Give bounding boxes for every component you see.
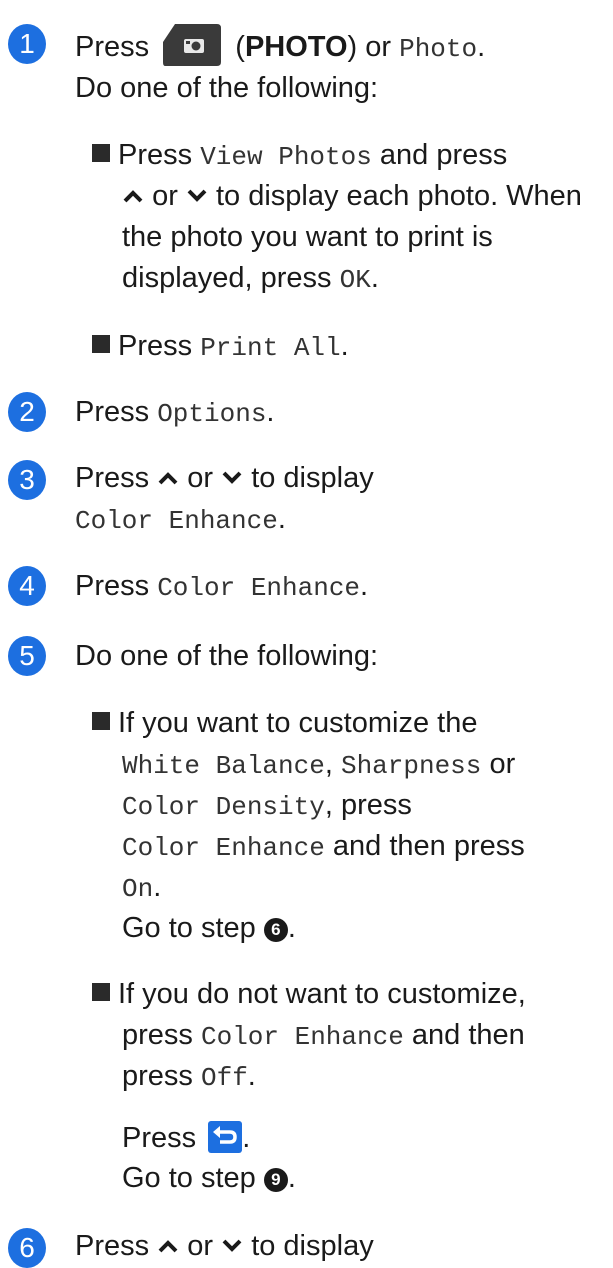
text: Press	[75, 31, 150, 63]
text: .	[370, 262, 379, 294]
text: or	[489, 748, 516, 780]
text: .	[153, 871, 162, 903]
photo-option-text: Photo	[399, 34, 478, 64]
step-number-badge: 1	[8, 24, 46, 64]
text: If you do not want to customize,	[118, 978, 526, 1010]
chevron-down-icon	[222, 471, 242, 484]
step-intro: Do one of the following:	[75, 640, 379, 672]
color-enhance-option: Color Enhance	[157, 573, 361, 603]
text: .	[247, 1060, 256, 1092]
options-option: Options	[157, 399, 267, 429]
chevron-down-icon	[187, 189, 207, 202]
step-reference: 9	[263, 1168, 288, 1192]
on-option: On	[122, 874, 154, 904]
text: If you want to customize the	[118, 707, 478, 739]
text: and press	[379, 139, 508, 171]
chevron-up-icon	[123, 190, 143, 203]
color-enhance-option: Color Enhance	[75, 506, 278, 536]
text: ,	[324, 748, 333, 780]
bullet-line: Press .	[122, 1118, 250, 1159]
text: to display	[251, 1230, 374, 1262]
text: to display each photo. When	[215, 180, 582, 212]
off-option: Off	[200, 1063, 248, 1093]
text: .	[287, 912, 296, 944]
text: .	[242, 1122, 251, 1154]
text: .	[340, 330, 349, 362]
bullet-line: displayed, press OK.	[122, 258, 379, 301]
text: Go to step	[122, 1162, 256, 1194]
chevron-up-icon	[158, 1240, 178, 1253]
square-bullet-icon	[92, 983, 110, 1001]
white-balance-option: White Balance	[122, 751, 325, 781]
bullet-line: Press View Photos and press	[92, 135, 507, 178]
step-1-line-1: Press (PHOTO) or Photo.	[75, 22, 485, 70]
color-enhance-option: Color Enhance	[200, 1022, 404, 1052]
ok-option: OK	[339, 265, 371, 295]
step-number-badge: 2	[8, 392, 46, 432]
step-4-line: Press Color Enhance.	[75, 566, 368, 609]
bullet-line: press Color Enhance and then	[122, 1015, 525, 1058]
bullet-line: or to display each photo. When	[122, 176, 582, 217]
text: .	[360, 570, 369, 602]
bullet-line: Go to step 9.	[122, 1158, 296, 1199]
text: Press	[75, 570, 150, 602]
text: or	[187, 1230, 214, 1262]
text: Press	[75, 1230, 150, 1262]
bullet-line: If you want to customize the	[92, 703, 477, 744]
square-bullet-icon	[92, 144, 110, 162]
color-density-option: Color Density	[122, 792, 325, 822]
step-reference: 6	[263, 918, 288, 942]
step-number-badge: 6	[8, 1228, 46, 1268]
text: Press	[122, 1122, 197, 1154]
square-bullet-icon	[92, 335, 110, 353]
text: or	[152, 180, 178, 212]
bullet-line: Press Print All.	[92, 326, 349, 369]
step-number-badge: 3	[8, 460, 46, 500]
text: ) or	[347, 31, 392, 63]
square-bullet-icon	[92, 712, 110, 730]
bullet-line: press Off.	[122, 1056, 256, 1099]
step-6-line-1: Press or to display	[75, 1226, 374, 1267]
step-3-line-2: Color Enhance.	[75, 499, 286, 542]
step-2-line: Press Options.	[75, 392, 274, 435]
text: Press	[75, 396, 150, 428]
text: to display	[251, 462, 374, 494]
bullet-line: the photo you want to print is	[122, 221, 493, 253]
photo-button-label: PHOTO	[244, 31, 348, 63]
text: displayed, press	[122, 262, 332, 294]
step-number-badge: 4	[8, 566, 46, 606]
step-intro: Do one of the following:	[75, 72, 379, 104]
chevron-down-icon	[222, 1239, 242, 1252]
text: .	[287, 1162, 296, 1194]
text: Press	[118, 139, 193, 171]
back-arrow-icon	[208, 1121, 243, 1153]
text: Press	[75, 462, 150, 494]
bullet-line: Go to step 6.	[122, 908, 296, 949]
color-enhance-option: Color Enhance	[122, 833, 325, 863]
text: press	[122, 1019, 193, 1051]
text: , press	[324, 789, 412, 821]
bullet-line: On.	[122, 867, 161, 910]
text: or	[187, 462, 214, 494]
text: (	[235, 31, 245, 63]
bullet-line: If you do not want to customize,	[92, 974, 526, 1015]
photo-camera-icon	[163, 24, 222, 66]
sharpness-option: Sharpness	[340, 751, 482, 781]
text: .	[277, 503, 286, 535]
bullet-line: Color Enhance and then press	[122, 826, 525, 869]
text: and then press	[332, 830, 525, 862]
text: .	[266, 396, 275, 428]
text: Press	[118, 330, 193, 362]
step-number-badge: 5	[8, 636, 46, 676]
text: and then	[411, 1019, 525, 1051]
text: Go to step	[122, 912, 256, 944]
text: .	[477, 31, 486, 63]
step-3-line-1: Press or to display	[75, 458, 374, 499]
print-all-option: Print All	[200, 333, 341, 363]
bullet-line: Color Density, press	[122, 785, 412, 828]
text: press	[122, 1060, 193, 1092]
chevron-up-icon	[158, 472, 178, 485]
bullet-line: White Balance, Sharpness or	[122, 744, 515, 787]
view-photos-option: View Photos	[200, 142, 372, 172]
